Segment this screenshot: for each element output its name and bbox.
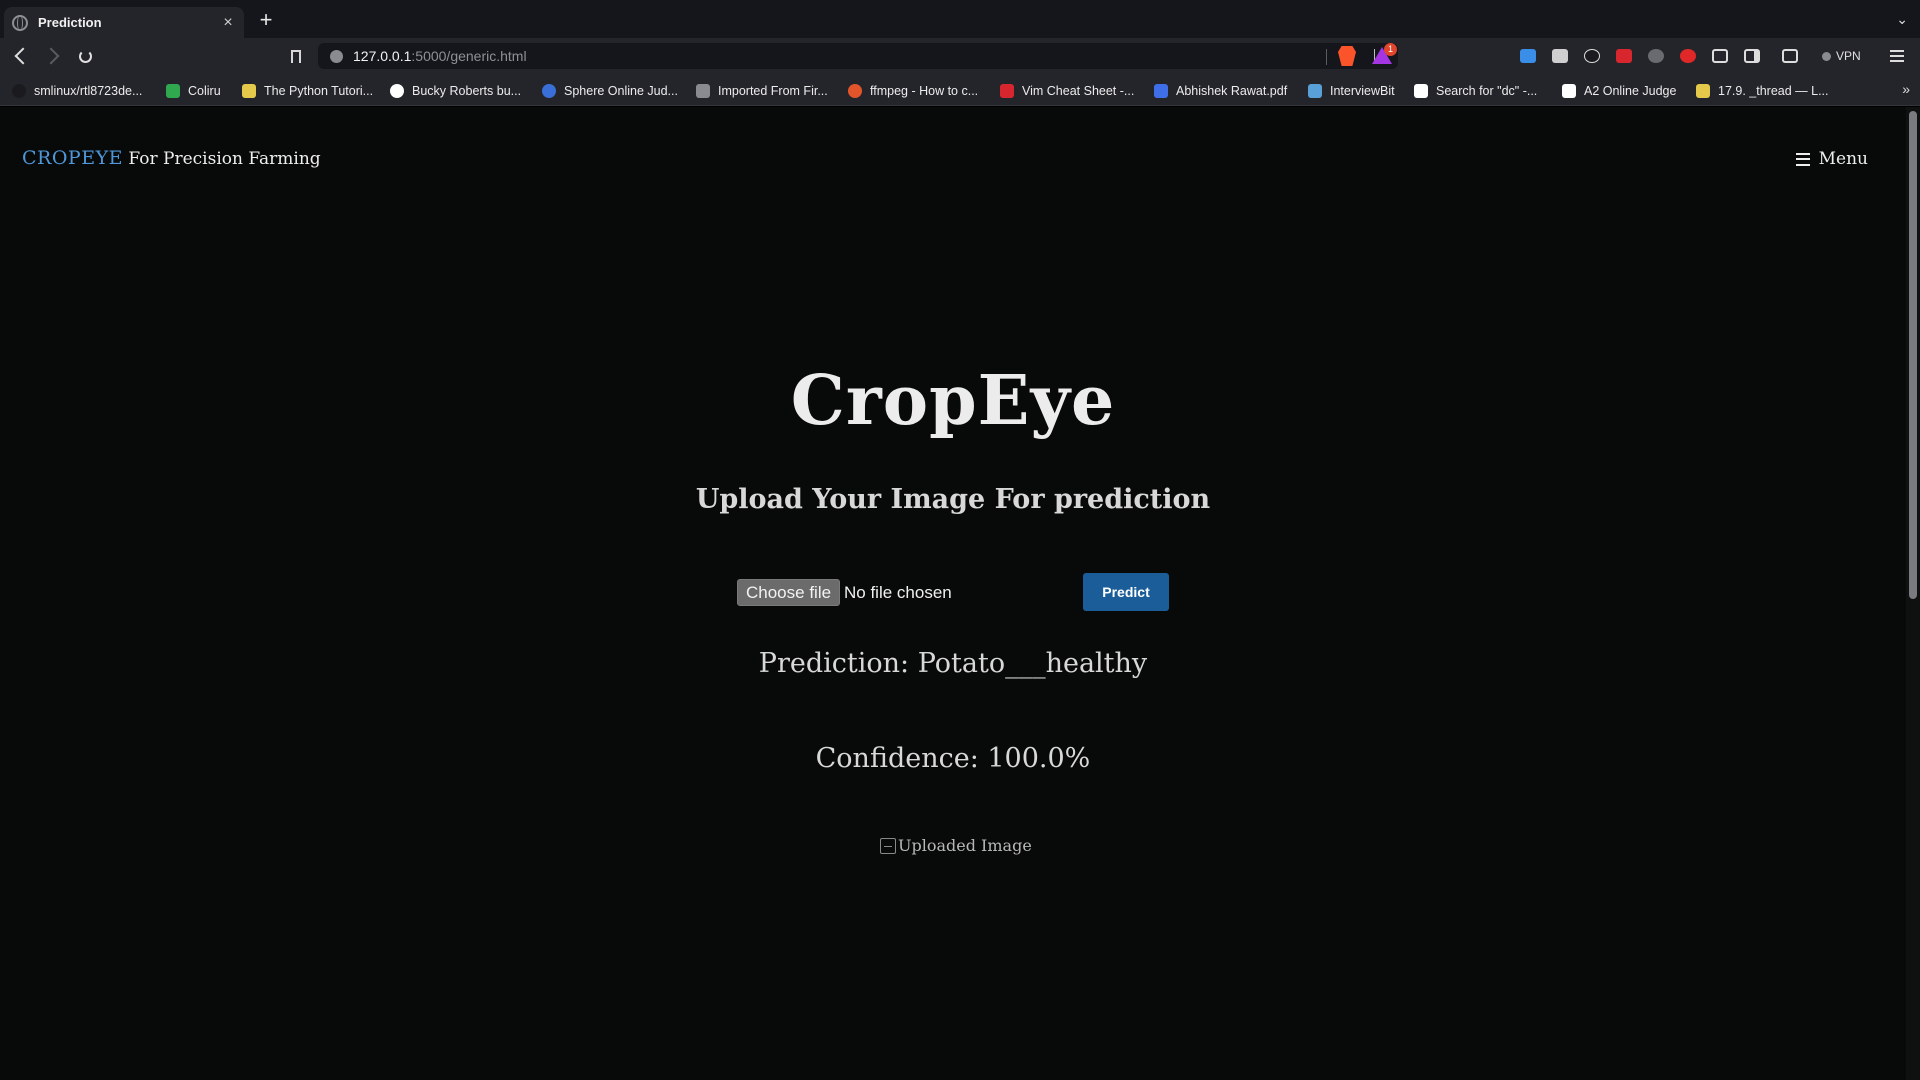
extension-icon-6[interactable] (1680, 49, 1696, 63)
bookmark-item[interactable]: Bucky Roberts bu... (390, 82, 521, 99)
browser-menu-icon[interactable] (1890, 50, 1904, 62)
choose-file-button[interactable]: Choose file (737, 579, 841, 606)
bookmark-favicon-icon (1562, 83, 1576, 98)
dropbox-icon (1154, 83, 1168, 98)
globe-icon (12, 14, 28, 31)
bookmark-favicon-icon (1308, 83, 1322, 98)
vpn-label: VPN (1836, 49, 1861, 63)
extension-icon-5[interactable] (1648, 49, 1664, 63)
url-path: :5000/generic.html (411, 48, 527, 64)
address-bar[interactable]: 127.0.0.1 :5000/generic.html (318, 43, 1398, 69)
bookmarks-overflow-button[interactable]: » (1902, 81, 1910, 97)
url-host: 127.0.0.1 (353, 48, 412, 64)
new-tab-button[interactable]: + (255, 9, 277, 32)
bookmark-item[interactable]: Coliru (166, 82, 221, 99)
logo-brand: CROPEYE (22, 147, 123, 169)
browser-toolbar: 127.0.0.1 :5000/generic.html 1 VPN (0, 38, 1920, 74)
scrollbar-thumb[interactable] (1909, 111, 1917, 599)
extension-icon-1[interactable] (1520, 49, 1536, 63)
file-status: No file chosen (844, 583, 952, 602)
prediction-result: Prediction: Potato___healthy (758, 648, 1148, 679)
chevron-down-icon[interactable]: ⌄ (1896, 11, 1908, 28)
forward-arrow-icon (42, 47, 60, 65)
bookmark-favicon-icon (1696, 83, 1710, 98)
confidence-result: Confidence: 100.0% (815, 743, 1091, 774)
extension-icon-2[interactable] (1552, 49, 1568, 63)
toolbar-divider (1326, 49, 1327, 65)
bookmark-favicon-icon (1000, 83, 1014, 98)
sidebar-icon[interactable] (1744, 49, 1760, 63)
page-title: CropEye (790, 361, 1116, 441)
tab-prediction[interactable]: Prediction × (4, 7, 244, 38)
reload-button[interactable] (74, 45, 96, 67)
back-arrow-icon (14, 47, 32, 65)
menu-button[interactable]: Menu (1795, 149, 1868, 169)
puzzle-icon[interactable] (1712, 49, 1728, 63)
wallet-icon[interactable] (1782, 49, 1798, 63)
bookmarks-bar: smlinux/rtl8723de... Coliru The Python T… (0, 74, 1920, 106)
reload-icon (78, 49, 92, 63)
bookmark-item[interactable]: Imported From Fir... (696, 82, 828, 99)
extension-icon-3[interactable] (1584, 49, 1600, 63)
bookmark-favicon-icon (848, 83, 862, 98)
back-button[interactable] (10, 45, 32, 67)
bookmark-favicon-icon (166, 83, 180, 98)
folder-icon (696, 83, 710, 98)
hamburger-icon (1795, 152, 1810, 166)
tab-strip: Prediction × + ⌄ (0, 0, 1920, 38)
vpn-status-icon (1822, 51, 1831, 61)
close-icon[interactable]: × (220, 14, 236, 31)
bookmark-item[interactable]: Vim Cheat Sheet -... (1000, 82, 1134, 99)
forward-button[interactable] (42, 45, 64, 67)
menu-label: Menu (1818, 149, 1868, 169)
page-scrollbar[interactable] (1906, 107, 1920, 1080)
bookmark-favicon-icon (1414, 83, 1428, 98)
upload-form: Choose file No file chosen Predict (737, 573, 1169, 613)
page-subtitle: Upload Your Image For prediction (695, 484, 1211, 515)
bookmark-item[interactable]: ffmpeg - How to c... (848, 82, 978, 99)
rewards-badge: 1 (1384, 43, 1397, 56)
bookmark-item[interactable]: 17.9. _thread — L... (1696, 82, 1829, 99)
tab-title: Prediction (38, 15, 102, 30)
bookmark-favicon-icon (390, 83, 404, 98)
bookmark-item[interactable]: A2 Online Judge (1562, 82, 1676, 99)
extension-icon-4[interactable] (1616, 49, 1632, 63)
bookmark-item[interactable]: Abhishek Rawat.pdf (1154, 82, 1287, 99)
bookmark-item[interactable]: Sphere Online Jud... (542, 82, 678, 99)
site-logo[interactable]: CROPEYE For Precision Farming (22, 147, 321, 169)
bookmark-item[interactable]: InterviewBit (1308, 82, 1395, 99)
bookmark-button[interactable] (285, 45, 307, 67)
uploaded-image: Uploaded Image (880, 836, 1032, 855)
bookmark-item[interactable]: Search for "dc" -... (1414, 82, 1537, 99)
vpn-button[interactable]: VPN (1822, 47, 1861, 65)
broken-image-icon (880, 837, 896, 854)
bookmark-favicon-icon (12, 83, 26, 98)
bookmark-item[interactable]: The Python Tutori... (242, 82, 373, 99)
bookmark-favicon-icon (542, 83, 556, 98)
bookmark-item[interactable]: smlinux/rtl8723de... (12, 82, 142, 99)
predict-button[interactable]: Predict (1083, 573, 1169, 611)
logo-tagline: For Precision Farming (123, 149, 321, 169)
bookmark-favicon-icon (242, 83, 256, 98)
bookmark-icon (291, 49, 301, 63)
page-viewport: CROPEYE For Precision Farming Menu CropE… (0, 107, 1906, 1080)
uploaded-image-alt: Uploaded Image (898, 836, 1032, 855)
site-info-icon[interactable] (330, 49, 343, 63)
